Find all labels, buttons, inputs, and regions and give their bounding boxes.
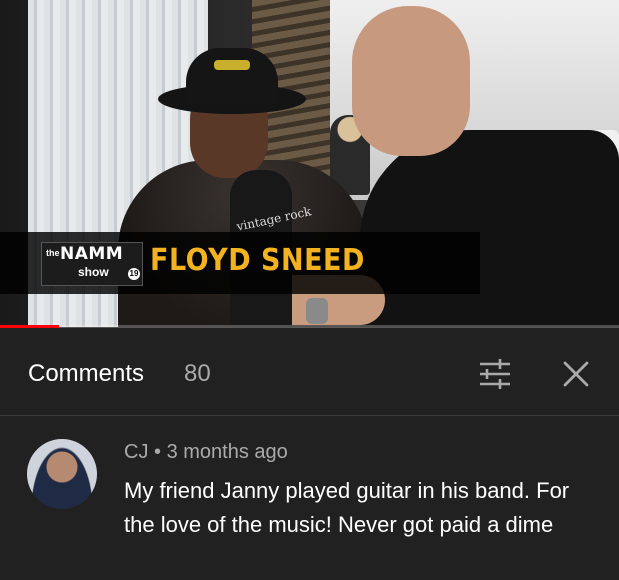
sort-sliders-icon [480,359,510,389]
video-player[interactable]: vintage rock the NAMM show 19 FLOYD SNEE… [0,0,619,327]
namm-logo-year: 19 [128,268,140,280]
close-comments-button[interactable] [555,353,597,395]
comment-text: My friend Janny played guitar in his ban… [124,478,570,537]
comments-title: Comments [28,360,145,387]
comment-meta-separator: • [154,441,162,463]
wristwatch [306,298,328,324]
comment-age: 3 months ago [166,441,288,463]
namm-logo-word: NAMM [60,244,124,264]
avatar[interactable] [27,439,97,509]
hat-logo [214,60,250,70]
guest-name-caption: FLOYD SNEED [150,243,365,278]
host-head [352,6,470,156]
sort-comments-button[interactable] [474,353,516,395]
namm-logo-prefix: the [46,248,60,258]
comment-author[interactable]: CJ [124,441,148,463]
namm-logo-sub: show [78,265,109,279]
host-shirt [360,130,619,327]
comment-meta: CJ • 3 months ago [124,441,288,464]
comments-count: 80 [184,360,211,387]
close-icon [563,361,589,387]
cowboy-hat-crown [186,48,278,104]
